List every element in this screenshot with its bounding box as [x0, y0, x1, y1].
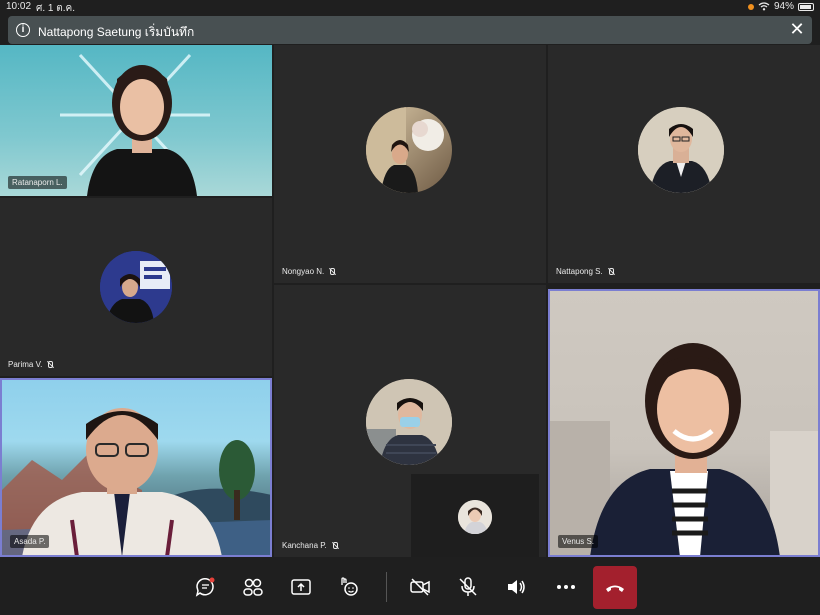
video-tile-nattapong[interactable]: Nattapong S.	[548, 45, 820, 283]
mic-off-icon	[331, 541, 339, 550]
self-view-tile[interactable]	[411, 474, 539, 557]
mic-off-icon	[328, 267, 336, 276]
mic-off-icon	[46, 360, 54, 369]
mic-off-icon	[459, 577, 477, 596]
avatar-self	[458, 500, 492, 534]
info-icon: i	[16, 23, 30, 37]
speaker-icon	[508, 580, 525, 594]
video-tile-venus[interactable]: Venus S.	[548, 289, 820, 557]
people-button[interactable]	[238, 572, 268, 602]
chat-button[interactable]	[190, 572, 220, 602]
participant-name: Ratanaporn L.	[8, 176, 67, 189]
meeting-toolbar	[0, 560, 820, 615]
video-tile-nongyao[interactable]: Nongyao N.	[274, 45, 546, 283]
more-options-button[interactable]	[551, 572, 581, 602]
avatar-nongyao	[366, 107, 452, 193]
participant-figure	[87, 65, 197, 196]
camera-toggle-button[interactable]	[405, 572, 435, 602]
people-icon	[243, 578, 263, 596]
reactions-button[interactable]	[334, 572, 364, 602]
battery-icon	[798, 2, 814, 11]
video-tile-kanchana[interactable]: Kanchana P.	[274, 285, 546, 557]
recording-indicator-icon	[747, 3, 754, 10]
avatar-parima	[100, 251, 172, 323]
participant-name: Venus S.	[558, 535, 599, 548]
speaker-button[interactable]	[501, 572, 531, 602]
avatar-nattapong	[638, 107, 724, 193]
participant-name: Nongyao N.	[282, 267, 336, 276]
banner-text: Nattapong Saetung เริ่มบันทึก	[38, 25, 195, 39]
share-screen-button[interactable]	[286, 572, 316, 602]
mic-toggle-button[interactable]	[453, 572, 483, 602]
battery-percent: 94%	[773, 1, 794, 12]
avatar-kanchana	[366, 379, 452, 465]
hang-up-icon	[606, 585, 624, 592]
video-tile-ratanaporn[interactable]: Ratanaporn L.	[0, 45, 272, 196]
mic-off-icon	[607, 267, 615, 276]
participant-name: Parima V.	[8, 360, 54, 369]
scenic-background	[2, 408, 270, 555]
video-tile-parima[interactable]: Parima V.	[0, 198, 272, 376]
chat-icon	[195, 577, 215, 597]
hang-up-button[interactable]	[593, 566, 637, 609]
close-icon[interactable]: ✕	[788, 20, 806, 38]
more-icon	[557, 585, 575, 589]
share-screen-icon	[291, 579, 311, 595]
toolbar-divider	[386, 572, 387, 602]
status-right: 94%	[747, 1, 814, 12]
status-bar: 10:02 ศ. 1 ต.ค. 94%	[0, 0, 820, 14]
recording-banner: i Nattapong Saetung เริ่มบันทึก ✕	[8, 16, 812, 44]
video-stage: Ratanaporn L. Nongyao N. Nattapong S. Pa…	[0, 14, 820, 560]
participant-name: Asada P.	[10, 535, 50, 548]
reactions-icon	[341, 577, 358, 596]
wifi-icon	[758, 2, 770, 11]
participant-name: Nattapong S.	[556, 267, 615, 276]
camera-off-icon	[410, 578, 430, 596]
status-time: 10:02	[6, 1, 32, 12]
participant-name: Kanchana P.	[282, 541, 339, 550]
participant-figure	[550, 343, 818, 555]
video-tile-asada[interactable]: Asada P.	[0, 378, 272, 557]
